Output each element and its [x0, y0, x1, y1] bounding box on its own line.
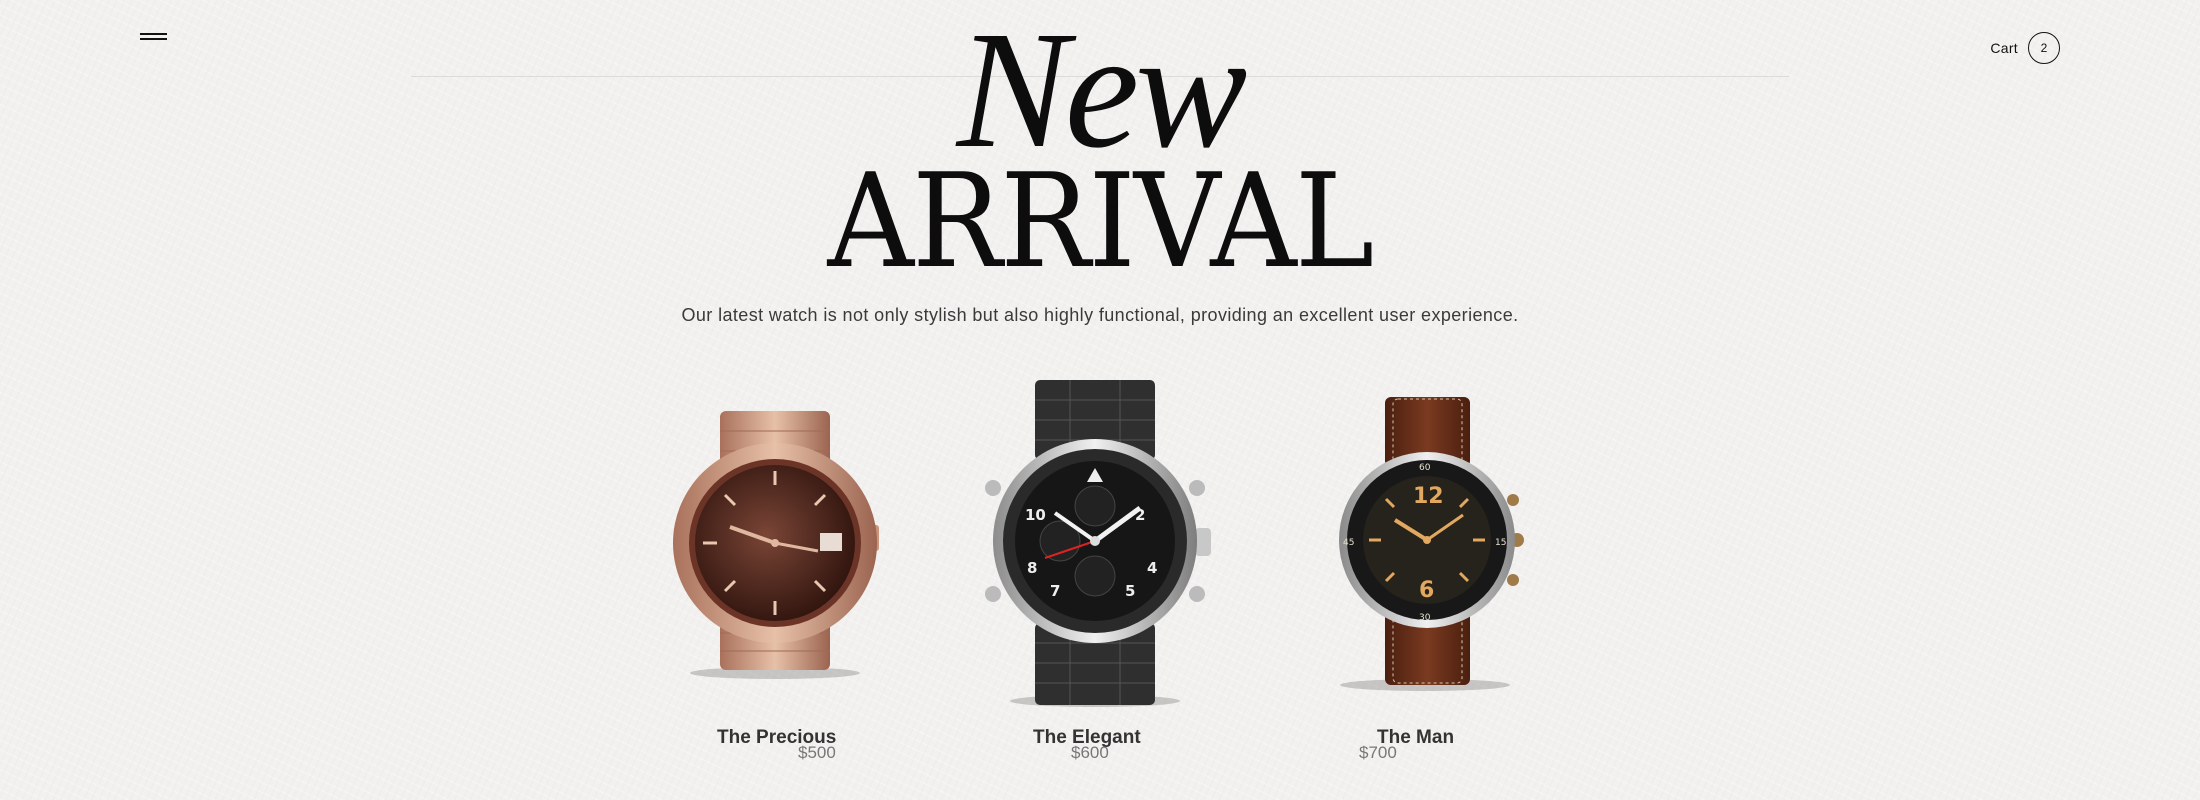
- svg-text:60: 60: [1419, 463, 1431, 473]
- svg-text:12: 12: [1413, 484, 1444, 509]
- product-card-man[interactable]: 60 15 30 45 12 6 The Man $700: [1335, 395, 1535, 762]
- svg-text:45: 45: [1343, 538, 1354, 548]
- svg-text:30: 30: [1419, 613, 1431, 623]
- watch-image-man: 60 15 30 45 12 6: [1339, 397, 1524, 691]
- svg-text:4: 4: [1147, 559, 1157, 577]
- watch-image-precious: [673, 411, 879, 679]
- svg-text:6: 6: [1419, 578, 1434, 603]
- svg-text:15: 15: [1495, 538, 1506, 548]
- hero-subtitle: Our latest watch is not only stylish but…: [681, 305, 1519, 325]
- svg-text:8: 8: [1027, 559, 1037, 577]
- svg-text:7: 7: [1050, 582, 1060, 600]
- product-card-elegant[interactable]: 245 10 8 7 The Elegant $600: [975, 378, 1215, 762]
- product-price: $500: [798, 743, 836, 762]
- product-card-precious[interactable]: The Precious $500: [660, 405, 890, 762]
- watch-image-elegant: 245 1087: [985, 380, 1211, 707]
- product-price: $600: [1071, 743, 1109, 762]
- svg-text:5: 5: [1125, 582, 1135, 600]
- hero-title: ARRIVAL: [827, 145, 1375, 297]
- svg-text:10: 10: [1025, 506, 1046, 524]
- product-price: $700: [1359, 743, 1397, 762]
